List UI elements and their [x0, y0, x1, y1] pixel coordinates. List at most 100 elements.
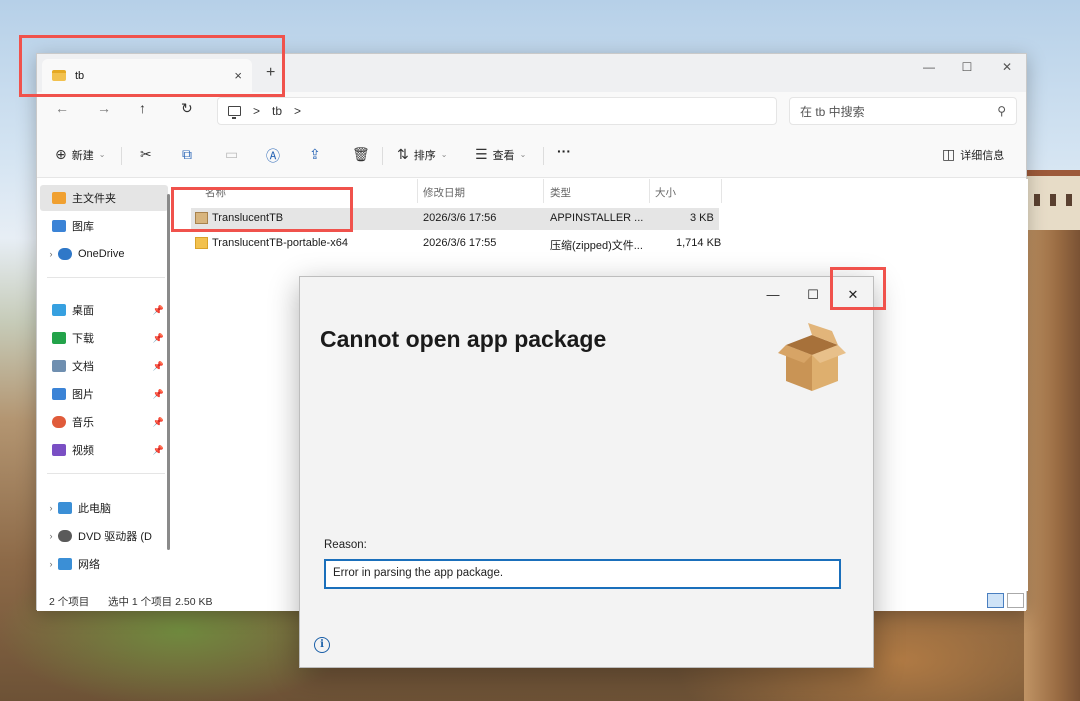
sidebar-item-gallery[interactable]: 图库 [40, 213, 168, 239]
tiles-view-button[interactable] [1007, 593, 1024, 608]
sidebar-item-network[interactable]: › 网络 [40, 551, 168, 577]
sort-button[interactable]: ⇅ 排序 ⌄ [397, 146, 447, 163]
chevron-right-icon[interactable]: › [44, 503, 58, 513]
file-row-translucenttb-portable[interactable]: TranslucentTB-portable-x64 2026/3/6 17:5… [191, 233, 721, 255]
chevron-right-icon[interactable]: › [44, 559, 58, 569]
chevron-down-icon: ⌄ [98, 150, 106, 159]
sidebar-item-label: OneDrive [78, 248, 125, 260]
navigation-bar: ← → ↑ ↻ > tb > 在 tb 中搜索 ⚲ [37, 92, 1026, 132]
plus-circle-icon: ⊕ [55, 146, 67, 162]
minimize-button[interactable]: — [909, 54, 949, 80]
new-label: 新建 [71, 149, 94, 162]
up-button[interactable]: ↑ [139, 100, 146, 116]
view-lines-icon: ☰ [475, 146, 488, 162]
sidebar-item-label: 音乐 [72, 417, 94, 429]
dialog-maximize-button[interactable]: ☐ [795, 282, 831, 308]
new-button[interactable]: ⊕ 新建 ⌄ [55, 146, 105, 163]
sort-icon: ⇅ [397, 146, 409, 162]
breadcrumb-tb[interactable]: tb [272, 104, 282, 118]
music-icon [52, 416, 66, 428]
forward-button[interactable]: → [97, 100, 111, 116]
sidebar-item-music[interactable]: 音乐 📌 [40, 409, 168, 435]
sidebar-item-label: 此电脑 [78, 503, 111, 515]
pin-icon[interactable]: 📌 [153, 305, 164, 316]
sidebar-item-dvd[interactable]: › DVD 驱动器 (D [40, 523, 168, 549]
sort-label: 排序 [413, 149, 436, 162]
desktop-icon [52, 304, 66, 316]
search-icon: ⚲ [997, 104, 1006, 118]
cloud-icon [58, 248, 72, 260]
file-name: TranslucentTB-portable-x64 [212, 237, 348, 249]
maximize-button[interactable]: ☐ [947, 54, 987, 80]
details-pane-button[interactable]: ◫ 详细信息 [942, 146, 1004, 163]
pin-icon[interactable]: 📌 [153, 361, 164, 372]
network-icon [58, 558, 72, 570]
details-pane-icon: ◫ [942, 146, 956, 162]
more-options-button[interactable]: ··· [557, 143, 571, 159]
back-button[interactable]: ← [55, 100, 69, 116]
copy-button[interactable]: ⧉ [182, 146, 192, 163]
chevron-down-icon: ⌄ [519, 150, 527, 159]
sidebar-item-videos[interactable]: 视频 📌 [40, 437, 168, 463]
home-icon [52, 192, 66, 204]
view-button[interactable]: ☰ 查看 ⌄ [475, 146, 526, 163]
search-input[interactable]: 在 tb 中搜索 ⚲ [789, 97, 1017, 125]
file-modified: 2026/3/6 17:55 [423, 237, 497, 249]
pin-icon[interactable]: 📌 [153, 333, 164, 344]
annotation-box-file [171, 187, 353, 232]
breadcrumb-separator: > [253, 104, 261, 118]
chevron-right-icon[interactable]: › [44, 531, 58, 541]
refresh-button[interactable]: ↻ [181, 100, 193, 117]
annotation-box-tab [19, 35, 285, 97]
dialog-title: Cannot open app package [320, 326, 607, 352]
column-modified[interactable]: 修改日期 [423, 185, 465, 200]
sidebar-item-desktop[interactable]: 桌面 📌 [40, 297, 168, 323]
details-view-button[interactable] [987, 593, 1004, 608]
trash-icon: 🗑 [352, 146, 370, 162]
share-button[interactable]: ⇪ [309, 146, 321, 163]
sidebar-item-documents[interactable]: 文档 📌 [40, 353, 168, 379]
computer-icon [228, 106, 241, 119]
sidebar-item-this-pc[interactable]: › 此电脑 [40, 495, 168, 521]
dialog-minimize-button[interactable]: — [755, 282, 791, 308]
sidebar-item-label: 文档 [72, 361, 94, 373]
pin-icon[interactable]: 📌 [153, 445, 164, 456]
column-size[interactable]: 大小 [655, 185, 676, 200]
file-type: 压缩(zipped)文件... [550, 240, 643, 252]
pc-icon [58, 502, 72, 514]
chevron-right-icon[interactable]: › [44, 249, 58, 259]
sidebar-item-label: 图库 [72, 221, 94, 233]
reason-label: Reason: [324, 539, 367, 551]
sidebar-item-label: 视频 [72, 445, 94, 457]
pin-icon[interactable]: 📌 [153, 389, 164, 400]
paste-button[interactable]: ▭ [225, 146, 238, 163]
zip-folder-icon [195, 237, 208, 249]
address-bar[interactable]: > tb > [217, 97, 777, 125]
close-button[interactable]: ✕ [987, 54, 1027, 80]
rename-button[interactable]: Ⓐ [266, 146, 280, 166]
sidebar-item-downloads[interactable]: 下载 📌 [40, 325, 168, 351]
breadcrumb-separator: > [294, 104, 302, 118]
scissors-icon: ✂ [140, 146, 152, 162]
selection-info: 选中 1 个项目 2.50 KB [108, 596, 213, 608]
reason-textbox[interactable]: Error in parsing the app package. [324, 559, 841, 589]
copy-icon: ⧉ [182, 146, 192, 162]
delete-button[interactable]: 🗑 [352, 146, 370, 163]
chevron-down-icon: ⌄ [440, 150, 448, 159]
rename-icon: Ⓐ [266, 148, 280, 164]
sidebar-item-home[interactable]: 主文件夹 [40, 185, 168, 211]
info-icon[interactable]: i [314, 637, 330, 653]
sidebar-scrollbar[interactable] [167, 194, 170, 550]
sidebar-item-label: 图片 [72, 389, 94, 401]
clipboard-icon: ▭ [225, 146, 239, 162]
cut-button[interactable]: ✂ [140, 146, 152, 163]
file-modified: 2026/3/6 17:56 [423, 212, 497, 224]
document-icon [52, 360, 66, 372]
sidebar-item-onedrive[interactable]: › OneDrive [40, 241, 168, 267]
sidebar-item-pictures[interactable]: 图片 📌 [40, 381, 168, 407]
pin-icon[interactable]: 📌 [153, 417, 164, 428]
item-count: 2 个项目 [49, 596, 90, 608]
annotation-box-close [830, 267, 886, 310]
column-type[interactable]: 类型 [550, 185, 571, 200]
dvd-icon [58, 530, 72, 542]
